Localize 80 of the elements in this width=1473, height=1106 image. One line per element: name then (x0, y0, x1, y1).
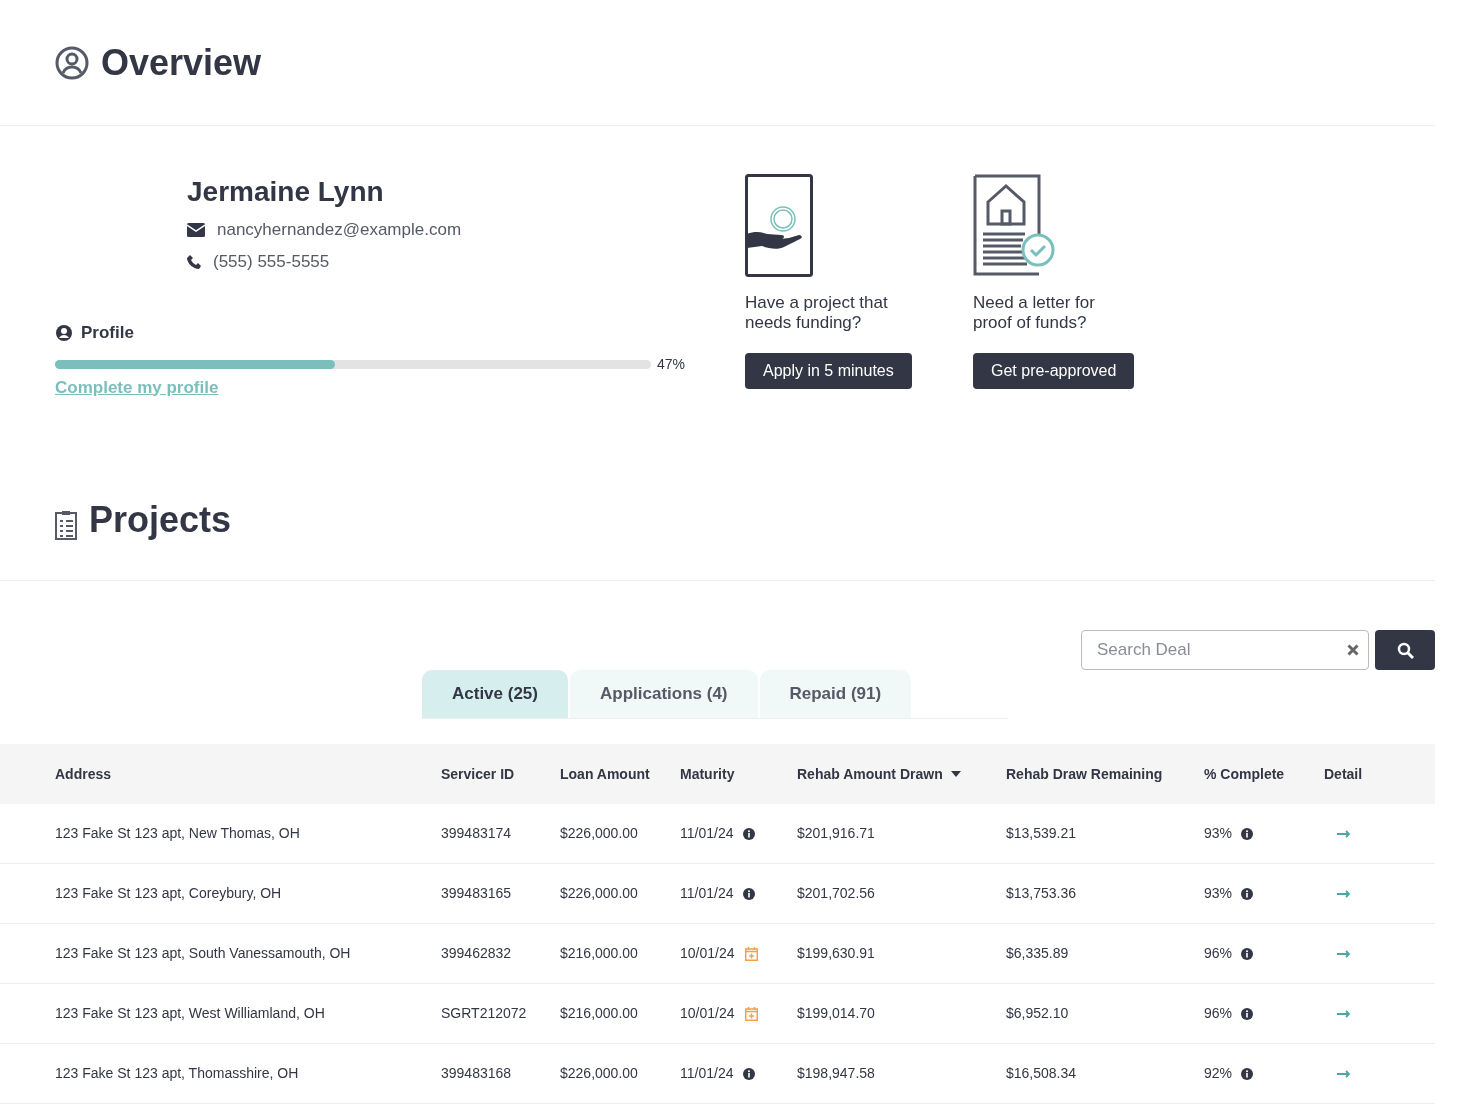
info-icon[interactable] (1241, 887, 1254, 900)
table-cell-text: 123 Fake St 123 apt, Thomasshire, OH (55, 1064, 299, 1083)
phone-icon (187, 255, 201, 269)
table-cell-text: 11/01/24 (680, 1064, 734, 1083)
promo-text: Have a project that needs funding? (745, 293, 889, 333)
table-cell-text: 123 Fake St 123 apt, Coreybury, OH (55, 884, 282, 903)
user-name: Jermaine Lynn (187, 175, 385, 209)
table-cell-text: SGRT212072 (441, 1004, 527, 1023)
info-icon[interactable] (1241, 1007, 1254, 1020)
arrow-right-icon[interactable] (1337, 1009, 1351, 1018)
table-cell-text: $13,753.36 (1006, 884, 1077, 903)
table-cell-text: 123 Fake St 123 apt, South Vanessamouth, OH (55, 944, 351, 963)
column-header[interactable]: Rehab Amount Drawn (797, 763, 943, 785)
info-icon[interactable] (1241, 827, 1254, 840)
table-cell-text: $6,335.89 (1006, 944, 1069, 963)
table-cell-text: $6,952.10 (1006, 1004, 1069, 1023)
table-cell-text: 123 Fake St 123 apt, New Thomas, OH (55, 824, 300, 843)
table-cell-text: $216,000.00 (560, 1004, 638, 1023)
table-cell-text: $226,000.00 (560, 824, 638, 843)
table-cell-text: 399483168 (441, 1064, 512, 1083)
search-field[interactable]: Search Deal (1081, 630, 1369, 670)
info-icon[interactable] (743, 887, 756, 900)
user-circle-icon (55, 323, 73, 342)
email-text: nancyhernandez@example.com (217, 219, 462, 242)
tab[interactable]: Applications (4) (570, 670, 758, 718)
phone-text: (555) 555-5555 (213, 251, 330, 274)
table-cell-text: 11/01/24 (680, 884, 734, 903)
tab[interactable]: Repaid (91) (759, 670, 912, 718)
table-cell-text: $201,702.56 (797, 884, 875, 903)
table-cell-text: $16,508.34 (1006, 1064, 1077, 1083)
tab[interactable]: Active (25) (422, 670, 568, 718)
arrow-right-icon[interactable] (1337, 889, 1351, 898)
column-header[interactable]: Detail (1324, 763, 1363, 785)
info-icon[interactable] (743, 1067, 756, 1080)
table-cell-text: 92% (1204, 1064, 1233, 1083)
table-cell-text: 399462832 (441, 944, 512, 963)
table-cell-text: $199,014.70 (797, 1004, 875, 1023)
table-cell-text: $226,000.00 (560, 884, 638, 903)
arrow-right-icon[interactable] (1337, 829, 1351, 838)
column-header[interactable]: Servicer ID (441, 763, 515, 785)
section-title: Projects (89, 500, 232, 540)
table-cell-text: 93% (1204, 824, 1233, 843)
promo-button[interactable]: Apply in 5 minutes (745, 353, 912, 389)
table-cell-text: 399483174 (441, 824, 512, 843)
table-cell-text: $216,000.00 (560, 944, 638, 963)
section-label: Profile (81, 322, 134, 344)
table-cell-text: $201,916.71 (797, 824, 875, 843)
column-header[interactable]: % Complete (1204, 763, 1285, 785)
promo-button[interactable]: Get pre-approved (973, 353, 1135, 389)
column-header[interactable]: Maturity (680, 763, 735, 785)
table-cell-text: 123 Fake St 123 apt, West Williamland, OH (55, 1004, 325, 1023)
column-header[interactable]: Address (55, 763, 112, 785)
table-cell-text: 10/01/24 (680, 944, 735, 963)
envelope-icon (187, 223, 205, 237)
sort-caret-icon[interactable] (950, 771, 961, 777)
page-title: Overview (101, 40, 262, 85)
info-icon[interactable] (1241, 947, 1254, 960)
table-cell-text: 96% (1204, 944, 1233, 963)
clipboard-icon (55, 510, 77, 540)
info-icon[interactable] (743, 827, 756, 840)
table-cell-text: $226,000.00 (560, 1064, 638, 1083)
table-cell-text: 96% (1204, 1004, 1233, 1023)
promo-text: Need a letter for proof of funds? (973, 293, 1096, 333)
column-header[interactable]: Rehab Draw Remaining (1006, 763, 1163, 785)
arrow-right-icon[interactable] (1337, 1069, 1351, 1078)
close-icon[interactable] (1347, 644, 1359, 656)
table-cell-text: 11/01/24 (680, 824, 734, 843)
search-icon (1396, 641, 1414, 659)
progress-percent: 47% (657, 354, 686, 374)
table-cell-text: 10/01/24 (680, 1004, 735, 1023)
table-cell-text: $198,947.58 (797, 1064, 875, 1083)
table-cell-text: 93% (1204, 884, 1233, 903)
column-header[interactable]: Loan Amount (560, 763, 650, 785)
info-icon[interactable] (1241, 1067, 1254, 1080)
table-cell-text: 399483165 (441, 884, 512, 903)
table-cell-text: $199,630.91 (797, 944, 875, 963)
table-cell-text: $13,539.21 (1006, 824, 1077, 843)
user-circle-icon (55, 45, 89, 80)
search-button[interactable] (1375, 630, 1435, 670)
arrow-right-icon[interactable] (1337, 949, 1351, 958)
